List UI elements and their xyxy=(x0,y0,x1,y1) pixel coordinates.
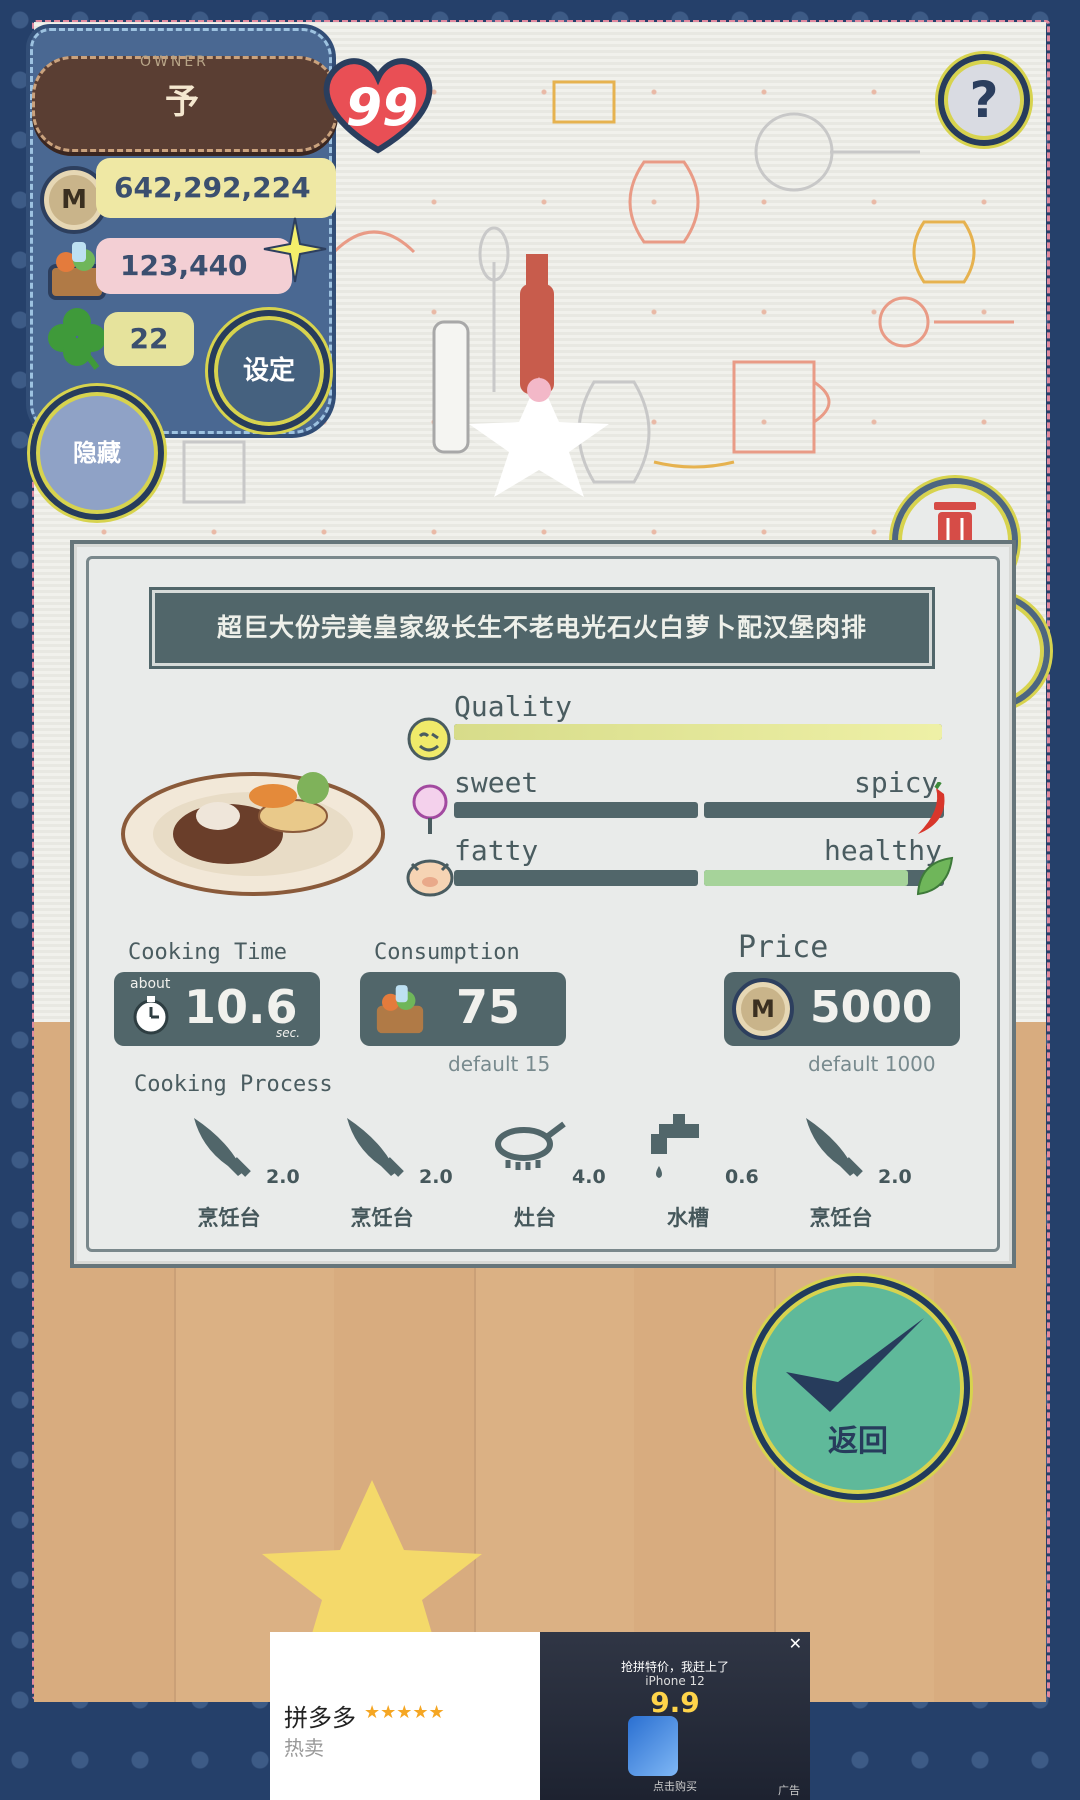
price-box: M 5000 xyxy=(724,972,960,1046)
process-step: 水槽 0.6 xyxy=(633,1110,783,1240)
ad-label: 广告 xyxy=(778,1784,800,1797)
cooking-time-about: about xyxy=(130,976,171,992)
recipe-card: 超巨大份完美皇家级长生不老电光石火白萝卜配汉堡肉排 Quality sweet … xyxy=(70,540,1016,1268)
process-time: 2.0 xyxy=(878,1166,912,1188)
settings-button[interactable]: 设定 xyxy=(208,310,330,432)
cooking-time-unit: sec. xyxy=(276,1026,301,1040)
stock-basket-icon xyxy=(376,985,424,1034)
ad-image: 抢拼特价，我赶上了 iPhone 12 9.9 点击购买 ✕ 广告 xyxy=(540,1632,810,1800)
sparkle-icon xyxy=(263,217,327,283)
hide-button[interactable]: 隐藏 xyxy=(30,386,164,520)
ad-tag: 热卖 xyxy=(284,1736,324,1760)
process-step: 烹饪台 2.0 xyxy=(786,1110,936,1240)
owner-tag: OWNER xyxy=(140,54,209,70)
back-button[interactable]: 返回 xyxy=(746,1276,970,1500)
cooking-process-label: Cooking Process xyxy=(134,1072,333,1097)
process-station: 烹饪台 xyxy=(809,1206,873,1230)
process-step: 烹饪台 2.0 xyxy=(174,1110,324,1240)
dish-title: 超巨大份完美皇家级长生不老电光石火白萝卜配汉堡肉排 xyxy=(152,590,932,666)
knife-icon xyxy=(806,1118,863,1177)
heart-count: 99 xyxy=(345,78,419,138)
price-default: default 1000 xyxy=(808,1052,936,1076)
price-label: Price xyxy=(738,930,829,965)
fatty-bar xyxy=(454,870,698,886)
consumption-value: 75 xyxy=(456,980,521,1034)
sweet-bar xyxy=(454,802,698,818)
consumption-default: default 15 xyxy=(448,1052,551,1076)
back-label: 返回 xyxy=(828,1424,888,1459)
process-station: 水槽 xyxy=(667,1206,709,1230)
checkmark-icon xyxy=(786,1318,924,1412)
process-station: 灶台 xyxy=(514,1206,556,1230)
consumption-label: Consumption xyxy=(374,940,520,965)
ad-close-button[interactable]: ✕ xyxy=(789,1634,802,1653)
quality-bar xyxy=(454,724,942,740)
knife-icon xyxy=(347,1118,404,1177)
owner-name: 予 xyxy=(165,82,199,122)
process-time: 0.6 xyxy=(725,1166,759,1188)
coin-icon: M xyxy=(732,978,794,1040)
healthy-fill xyxy=(704,870,908,886)
hide-button-label: 隐藏 xyxy=(73,439,121,467)
healthy-bar xyxy=(704,870,944,886)
spicy-bar xyxy=(704,802,944,818)
process-station: 烹饪台 xyxy=(197,1206,261,1230)
ad-banner[interactable]: 拼多多 ★★★★★ 热卖 抢拼特价，我赶上了 iPhone 12 9.9 点击购… xyxy=(270,1632,810,1800)
lollipop-icon xyxy=(412,784,448,834)
ad-rating-stars: ★★★★★ xyxy=(364,1702,445,1723)
quality-face-icon xyxy=(407,717,451,761)
ad-price: 9.9 xyxy=(650,1686,700,1719)
stopwatch-icon xyxy=(133,996,169,1035)
phone-image xyxy=(628,1716,678,1776)
ad-brand: 拼多多 xyxy=(284,1704,356,1732)
dish-image xyxy=(121,772,385,896)
process-time: 2.0 xyxy=(266,1166,300,1188)
process-time: 4.0 xyxy=(572,1166,606,1188)
consumption-box: 75 xyxy=(360,972,566,1046)
faucet-icon xyxy=(651,1114,699,1178)
help-button[interactable]: ? xyxy=(938,54,1030,146)
leaf-icon xyxy=(916,856,954,896)
money-value: 642,292,224 xyxy=(96,158,336,218)
frying-pan-icon xyxy=(495,1121,566,1170)
clover-value: 22 xyxy=(104,312,194,366)
chili-pepper-icon xyxy=(918,782,945,834)
quality-label: Quality xyxy=(454,690,573,723)
knife-icon xyxy=(194,1118,251,1177)
process-station: 烹饪台 xyxy=(350,1206,414,1230)
process-step: 烹饪台 2.0 xyxy=(327,1110,477,1240)
process-step: 灶台 4.0 xyxy=(480,1110,630,1240)
price-value: 5000 xyxy=(810,982,933,1033)
ad-cta: 点击购买 xyxy=(653,1780,697,1793)
cooking-time-label: Cooking Time xyxy=(128,940,287,965)
process-time: 2.0 xyxy=(419,1166,453,1188)
sweet-label: sweet xyxy=(454,766,539,799)
pig-icon xyxy=(406,859,454,897)
quality-fill xyxy=(454,724,942,740)
clover-icon xyxy=(48,308,106,370)
fatty-label: fatty xyxy=(454,834,539,867)
cooking-time-box: about 10.6 sec. xyxy=(114,972,320,1046)
ad-headline: 抢拼特价，我赶上了 xyxy=(620,1660,729,1674)
